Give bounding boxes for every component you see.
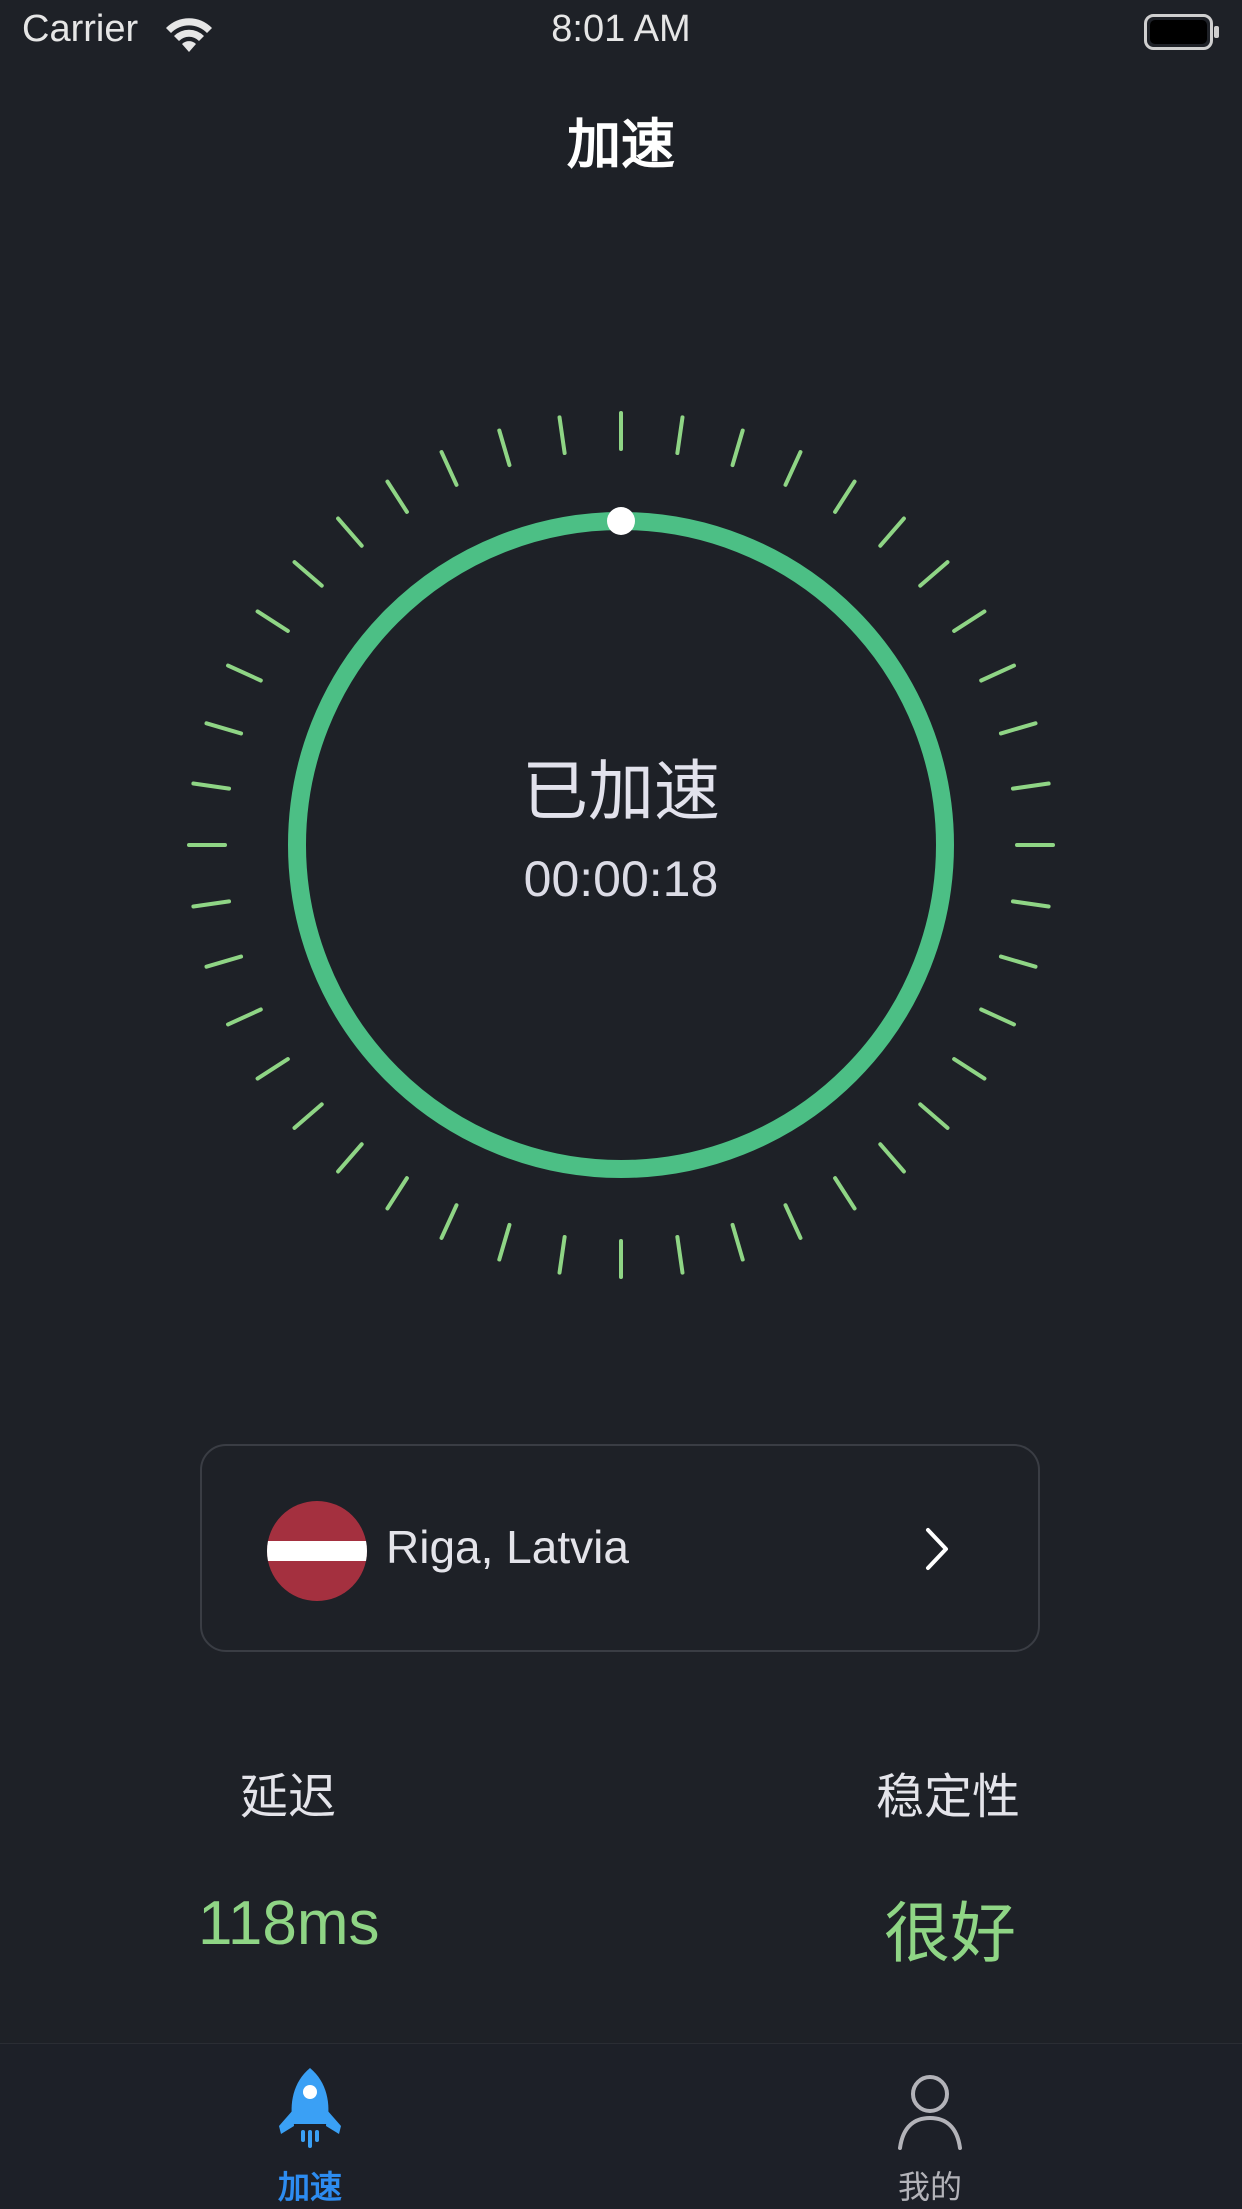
server-location-label: Riga, Latvia xyxy=(386,1521,629,1573)
dial-tick xyxy=(336,1142,364,1174)
dial-tick xyxy=(385,479,409,514)
chevron-right-icon xyxy=(926,1528,948,1570)
tab-mine-label: 我的 xyxy=(897,2168,962,2206)
dial-tick xyxy=(255,1057,290,1081)
dial-tick xyxy=(783,450,803,487)
dial-tick xyxy=(952,609,987,633)
latency-value: 118ms xyxy=(198,1889,380,1958)
dial-tick xyxy=(730,428,745,468)
dial-tick xyxy=(878,516,906,548)
dial-progress-ring xyxy=(288,512,954,1178)
dial-tick xyxy=(439,1203,459,1240)
tab-accelerate-label: 加速 xyxy=(277,2168,342,2206)
dial-tick xyxy=(675,1234,685,1275)
dial-tick xyxy=(226,663,263,683)
dial-tick xyxy=(255,609,290,633)
dial-tick xyxy=(783,1203,803,1240)
dial-tick xyxy=(292,560,324,588)
person-icon xyxy=(898,2075,962,2150)
dial-tick xyxy=(998,721,1038,736)
latvia-flag-icon xyxy=(267,1501,367,1601)
stability-label: 稳定性 xyxy=(876,1769,1021,1825)
dial-progress-knob xyxy=(607,507,635,535)
dial-tick xyxy=(497,428,512,468)
tab-bar: 加速 我的 xyxy=(0,2043,1242,2209)
dial-tick xyxy=(998,954,1038,969)
dial-tick xyxy=(675,415,685,456)
stability-value: 很好 xyxy=(884,1895,1016,1972)
connection-timer: 00:00:18 xyxy=(523,851,719,907)
dial-tick xyxy=(833,479,857,514)
dial-tick xyxy=(878,1142,906,1174)
rocket-icon xyxy=(279,2068,341,2148)
dial-tick xyxy=(439,450,459,487)
dial-tick xyxy=(557,1234,567,1275)
dial-tick xyxy=(226,1007,263,1027)
dial-tick xyxy=(918,1102,950,1130)
dial-tick xyxy=(952,1057,987,1081)
dial-tick xyxy=(204,954,244,969)
dial-tick xyxy=(557,415,567,456)
connection-status: 已加速 xyxy=(522,753,720,830)
dial-tick xyxy=(730,1222,745,1262)
speed-dial[interactable] xyxy=(0,0,1242,1400)
tab-accelerate[interactable]: 加速 xyxy=(210,2044,410,2209)
tab-mine[interactable]: 我的 xyxy=(830,2044,1030,2209)
dial-tick xyxy=(918,560,950,588)
dial-ticks xyxy=(187,411,1055,1279)
latency-label: 延迟 xyxy=(240,1769,337,1825)
dial-tick xyxy=(204,721,244,736)
dial-tick xyxy=(833,1176,857,1211)
dial-tick xyxy=(979,1007,1016,1027)
dial-tick xyxy=(497,1222,512,1262)
dial-tick xyxy=(292,1102,324,1130)
dial-tick xyxy=(979,663,1016,683)
server-location-selector[interactable]: Riga, Latvia xyxy=(200,1444,1040,1652)
dial-tick xyxy=(385,1176,409,1211)
dial-tick xyxy=(336,516,364,548)
